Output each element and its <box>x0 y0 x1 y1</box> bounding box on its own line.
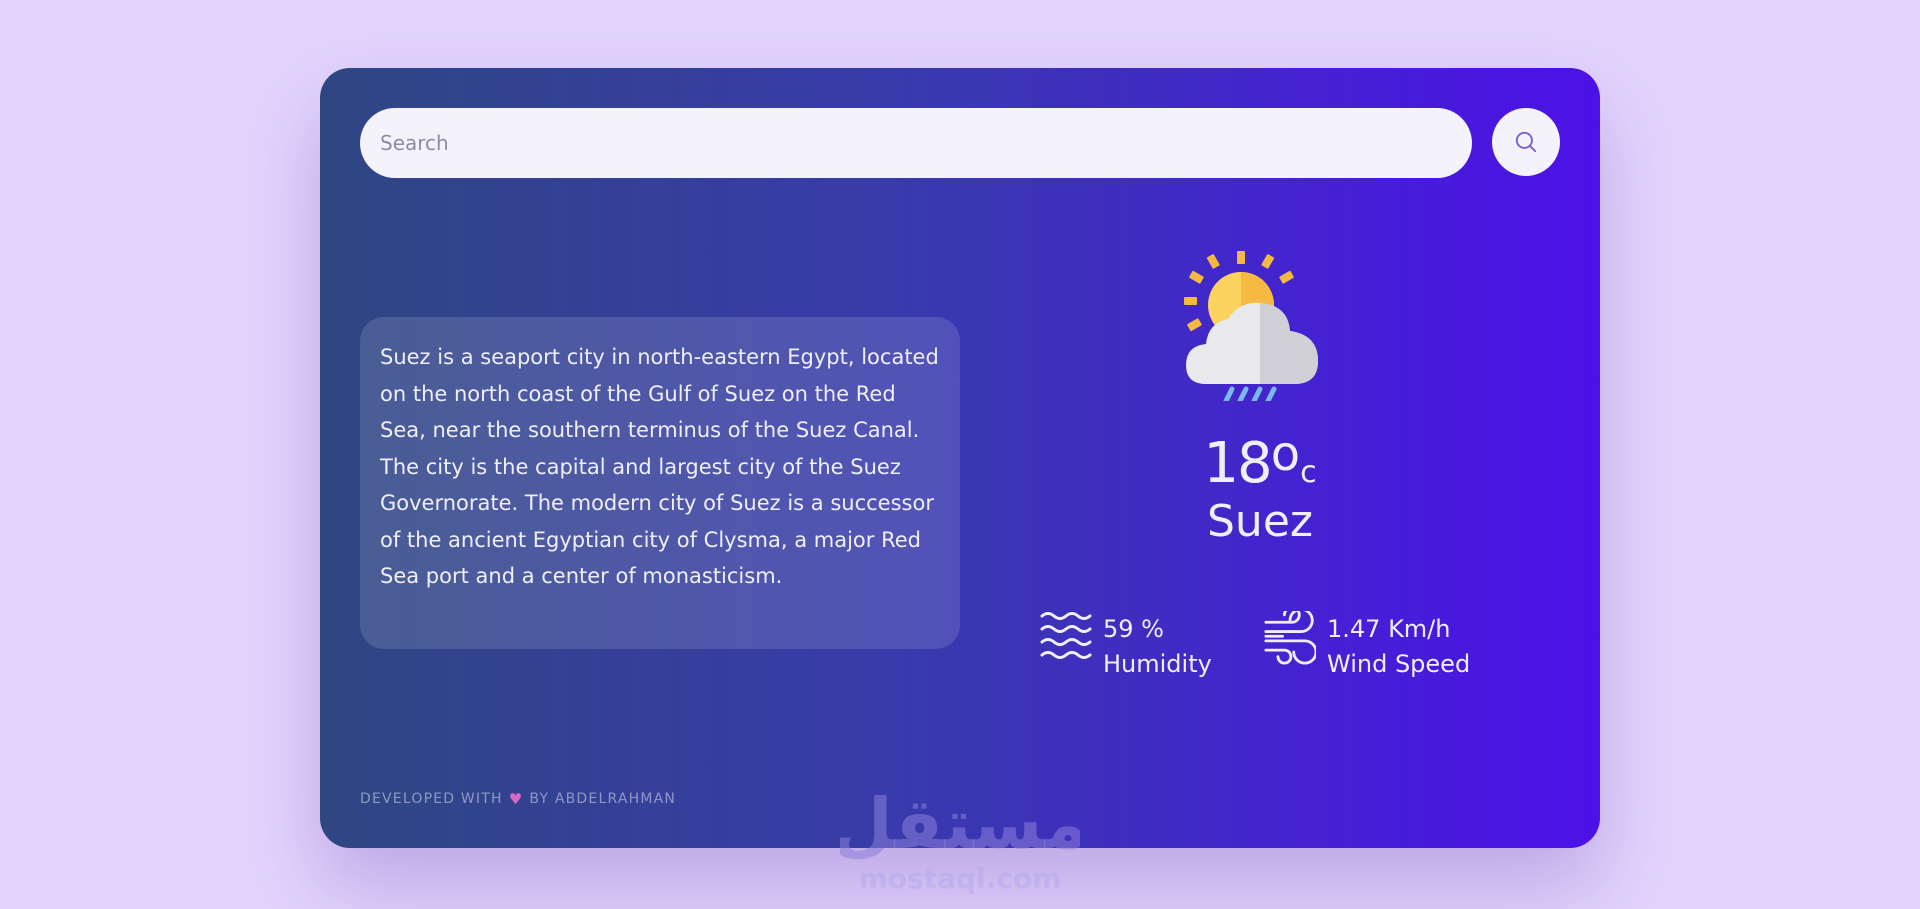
waves-icon <box>1040 612 1092 659</box>
wind-speed-label: Wind Speed <box>1327 650 1471 678</box>
search-icon <box>1515 131 1537 153</box>
search-button[interactable] <box>1492 108 1560 176</box>
footer-prefix: DEVELOPED WITH <box>360 791 503 807</box>
watermark-text: مستقل <box>840 783 1080 865</box>
temperature-display: 18oc <box>1160 430 1360 492</box>
city-description: Suez is a seaport city in north-eastern … <box>380 345 939 588</box>
city-description-box: Suez is a seaport city in north-eastern … <box>360 317 960 649</box>
search-input[interactable] <box>360 108 1472 178</box>
wind-speed-value: 1.47 Km/h <box>1327 615 1451 643</box>
city-name: Suez <box>1207 496 1313 547</box>
heart-icon: ♥ <box>508 790 524 808</box>
humidity-value: 59 % <box>1103 615 1164 643</box>
temperature-unit: c <box>1300 455 1317 490</box>
footer-suffix: BY ABDELRAHMAN <box>529 791 677 807</box>
wind-icon <box>1264 611 1316 665</box>
watermark-subtext: mostaql.com <box>859 862 1062 895</box>
weather-card: Suez is a seaport city in north-eastern … <box>320 68 1600 848</box>
humidity-label: Humidity <box>1103 650 1212 678</box>
temperature-value: 18 <box>1203 431 1272 496</box>
sun-cloud-rain-icon <box>1184 251 1318 401</box>
degree-symbol: o <box>1270 426 1301 482</box>
footer-credit: DEVELOPED WITH ♥ BY ABDELRAHMAN <box>360 790 676 808</box>
watermark-logo: مستقل mostaql.com <box>840 783 1080 895</box>
